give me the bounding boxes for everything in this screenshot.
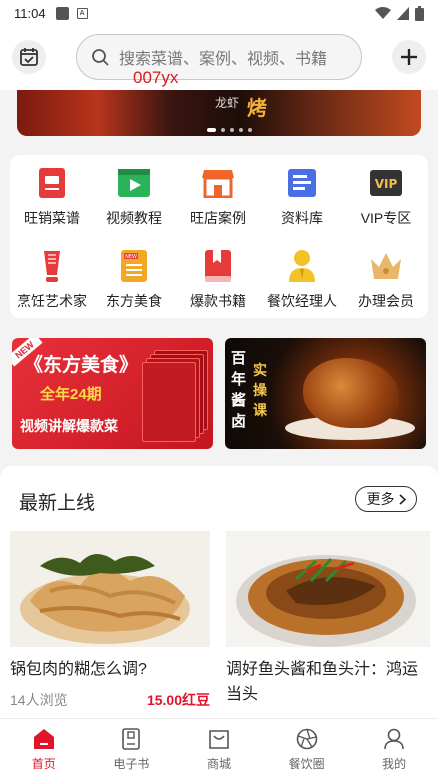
book-icon <box>35 166 69 200</box>
banner-main-text: 烤 <box>247 98 267 120</box>
calendar-check-icon <box>20 48 38 66</box>
carousel-dot[interactable] <box>248 128 252 132</box>
more-button[interactable]: 更多 <box>355 486 417 512</box>
grid-item-oriental-food[interactable]: NEW 东方美食 <box>92 249 176 311</box>
folder-icon <box>285 166 319 200</box>
grid-item-cases[interactable]: 旺店案例 <box>176 166 260 228</box>
card-price: 15.00红豆 <box>146 692 210 708</box>
card-title: 锅包肉的糊怎么调? <box>10 661 147 678</box>
search-input[interactable]: 搜索菜谱、案例、视频、书籍 <box>76 34 362 80</box>
wifi-icon <box>375 6 391 19</box>
carousel-dot[interactable] <box>221 128 225 132</box>
bookmark-book-icon <box>201 249 235 283</box>
grid-item-label: 办理会员 <box>358 293 414 309</box>
card-views: 14人浏览 <box>10 692 68 708</box>
bottom-nav: 首页 电子书 商城 餐饮圈 我的 <box>0 718 438 780</box>
grid-item-hot-books[interactable]: 爆款书籍 <box>176 249 260 311</box>
grid-item-vip[interactable]: VIP VIP专区 <box>344 166 428 228</box>
nav-home[interactable]: 首页 <box>0 719 88 780</box>
grid-item-label: 爆款书籍 <box>190 293 246 309</box>
search-icon <box>92 49 109 66</box>
grid-item-label: 餐饮经理人 <box>267 293 337 309</box>
grid-item-label: 东方美食 <box>106 293 162 309</box>
nav-label: 首页 <box>31 757 56 771</box>
promo-title: 《东方美食》 <box>24 355 139 376</box>
top-header: 搜索菜谱、案例、视频、书籍 <box>0 26 438 90</box>
nav-shop[interactable]: 商城 <box>175 719 263 780</box>
banner-side-text: 龙虾 <box>215 96 240 110</box>
grid-item-label: 烹饪艺术家 <box>17 293 87 309</box>
grid-item-library[interactable]: 资料库 <box>260 166 344 228</box>
grid-item-chef-artist[interactable]: 烹饪艺术家 <box>10 249 94 311</box>
chef-knife-icon <box>35 249 69 283</box>
grid-item-recipes[interactable]: 旺销菜谱 <box>10 166 94 228</box>
svg-text:NEW: NEW <box>125 254 137 260</box>
section-title: 最新上线 <box>19 493 96 514</box>
card-image <box>226 531 430 647</box>
grid-item-manager[interactable]: 餐饮经理人 <box>260 249 344 311</box>
magazine-stack-image <box>142 350 208 442</box>
vip-icon: VIP <box>369 166 403 200</box>
nav-circle[interactable]: 餐饮圈 <box>263 719 351 780</box>
braised-dish-image <box>303 358 399 428</box>
promo-braised-course[interactable]: 百年酱卤 实操课 <box>225 338 426 449</box>
signal-icon <box>397 6 409 20</box>
shop-bag-icon <box>208 728 230 750</box>
status-time: 11:04 <box>14 5 46 21</box>
grid-item-membership[interactable]: 办理会员 <box>344 249 428 311</box>
manager-icon <box>285 249 319 283</box>
content-card[interactable]: 调好鱼头酱和鱼头汁：鸿运当头 <box>226 531 430 707</box>
nav-label: 我的 <box>382 757 407 771</box>
content-card[interactable]: 锅包肉的糊怎么调? 14人浏览 15.00红豆 <box>10 531 210 710</box>
promo-subtitle: 全年24期 <box>40 386 102 403</box>
nav-ebook[interactable]: 电子书 <box>88 719 176 780</box>
store-icon <box>201 166 235 200</box>
nav-label: 电子书 <box>113 757 150 771</box>
grid-item-video[interactable]: 视频教程 <box>92 166 176 228</box>
nav-label: 餐饮圈 <box>288 757 325 771</box>
carousel-dots <box>207 128 252 132</box>
status-bar: 11:04 A <box>0 0 438 26</box>
grid-item-label: 视频教程 <box>106 210 162 226</box>
chevron-right-icon <box>398 493 406 505</box>
grid-item-label: 旺店案例 <box>190 210 246 226</box>
carousel-dot[interactable] <box>239 128 243 132</box>
nav-me[interactable]: 我的 <box>350 719 438 780</box>
promo-oriental-food[interactable]: NEW 《东方美食》 全年24期 视频讲解爆款菜 <box>12 338 213 449</box>
svg-text:VIP: VIP <box>375 177 398 191</box>
battery-icon <box>415 5 424 21</box>
carousel-dot[interactable] <box>230 128 234 132</box>
latest-section: 最新上线 更多 锅包肉的糊怎么调? 14人浏览 15.00红豆 调好鱼头酱和鱼头… <box>0 466 438 718</box>
more-label: 更多 <box>366 491 395 507</box>
home-icon <box>33 728 55 750</box>
card-image <box>10 531 210 647</box>
nav-label: 商城 <box>206 757 231 771</box>
card-title: 调好鱼头酱和鱼头汁：鸿运当头 <box>226 661 419 703</box>
promo-vertical-text: 百年酱卤 <box>231 350 247 430</box>
video-icon <box>117 166 151 200</box>
calendar-button[interactable] <box>12 40 46 74</box>
grid-item-label: VIP专区 <box>360 210 412 226</box>
category-grid: 旺销菜谱 视频教程 旺店案例 资料库 VIP VIP专区 烹饪艺术家 NEW 东… <box>10 155 428 318</box>
aperture-icon <box>296 728 318 750</box>
magazine-icon: NEW <box>117 249 151 283</box>
keyboard-indicator-icon: A <box>76 7 88 19</box>
overlay-tag-text: 007yx <box>133 68 179 87</box>
promo-stamp-text: 实操课 <box>253 362 267 418</box>
plus-icon <box>401 49 417 65</box>
notification-icon <box>55 6 69 20</box>
profile-icon <box>383 728 405 750</box>
grid-item-label: 资料库 <box>281 210 323 226</box>
promo-bottom-text: 视频讲解爆款菜 <box>20 418 118 434</box>
search-placeholder: 搜索菜谱、案例、视频、书籍 <box>119 51 328 68</box>
carousel-dot[interactable] <box>207 128 216 132</box>
grid-item-label: 旺销菜谱 <box>24 210 80 226</box>
add-button[interactable] <box>392 40 426 74</box>
crown-icon <box>369 249 403 283</box>
ebook-icon <box>120 728 142 750</box>
